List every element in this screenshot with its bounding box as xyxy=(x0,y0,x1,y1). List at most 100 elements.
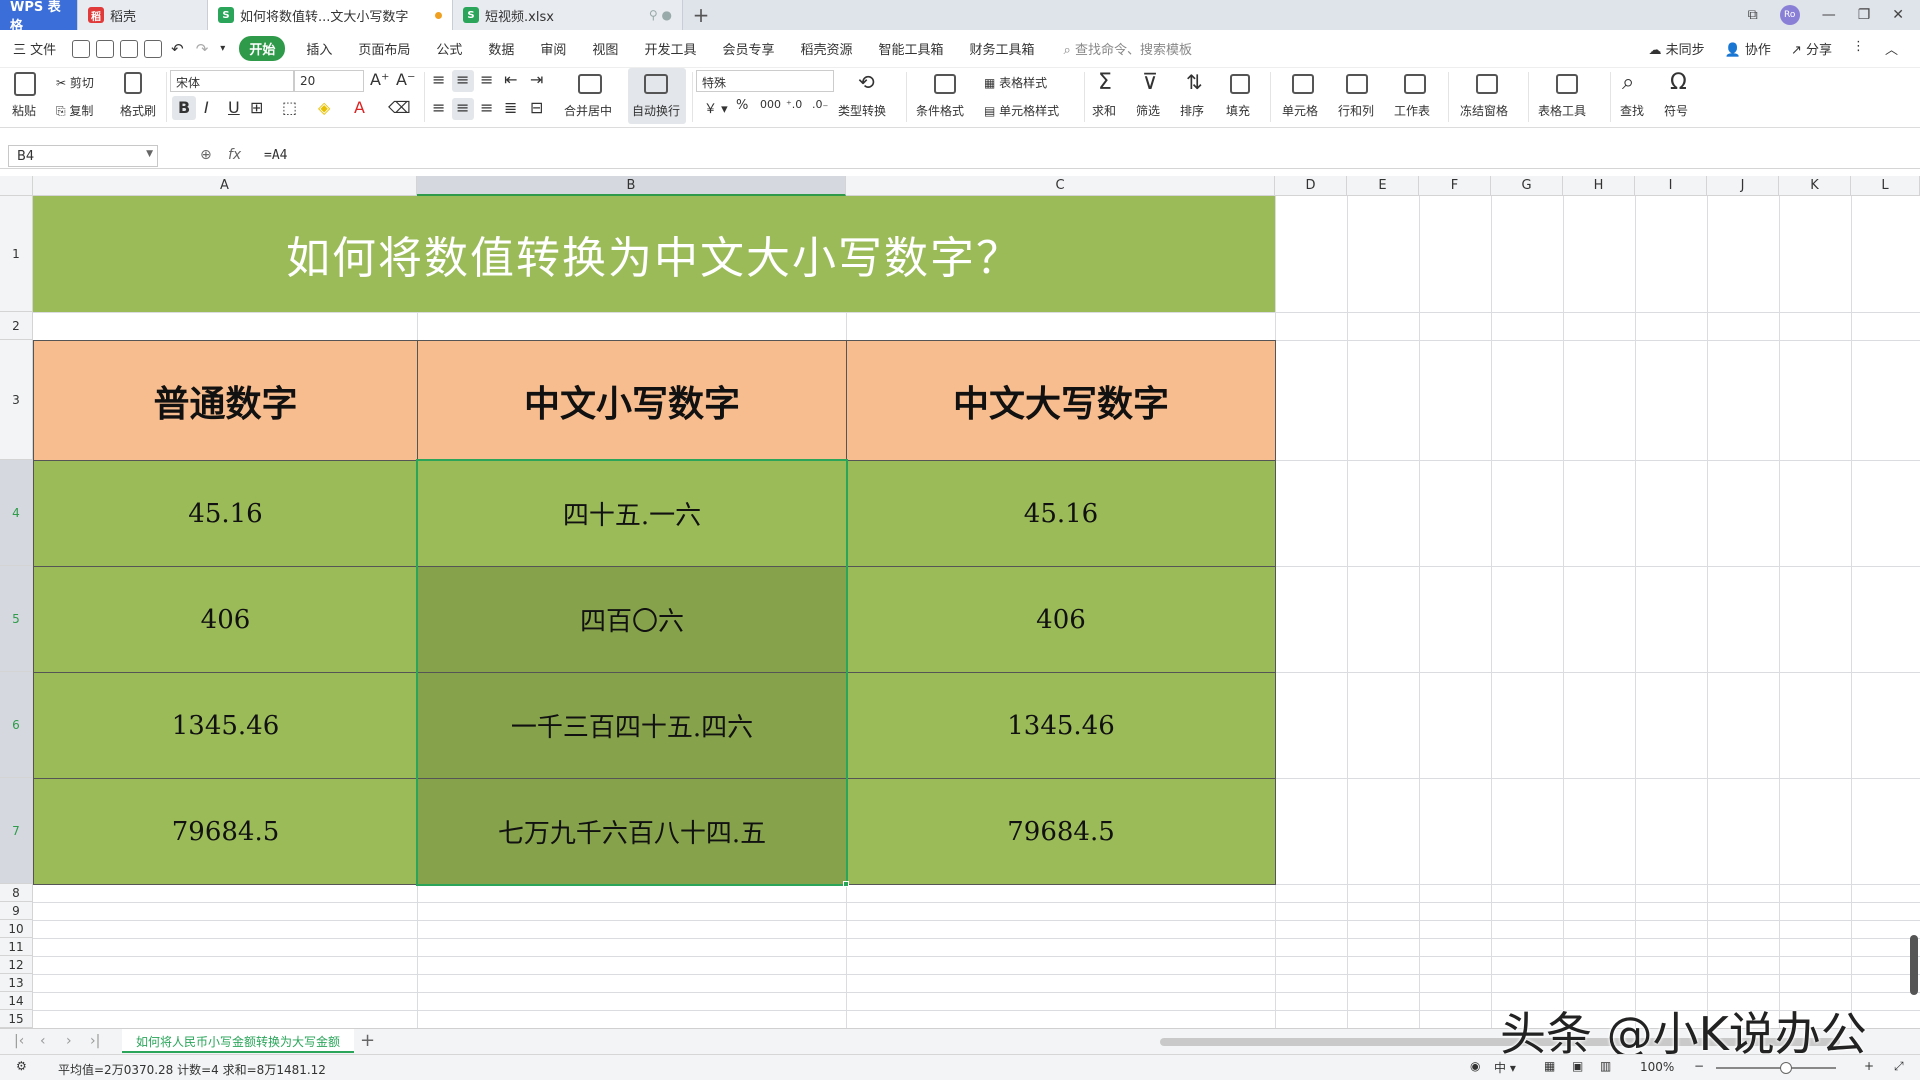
fill-color-icon[interactable]: ◈ xyxy=(318,98,330,117)
fullscreen-icon[interactable]: ⤢ xyxy=(1894,1059,1904,1074)
new-tab-button[interactable]: + xyxy=(683,0,719,30)
column-header-l[interactable]: L xyxy=(1851,176,1920,196)
fx-icon[interactable]: fx xyxy=(228,147,241,163)
table-cell[interactable]: 406 xyxy=(846,566,1276,673)
cell-button[interactable]: 单元格 xyxy=(1282,102,1318,119)
filter-icon[interactable]: ⊽ xyxy=(1142,70,1158,95)
sum-button[interactable]: 求和 xyxy=(1092,102,1116,119)
sheet-tab-active[interactable]: 如何将人民币小写金额转换为大写金额 xyxy=(122,1029,355,1053)
header-cell-normal-number[interactable]: 普通数字 xyxy=(33,340,418,461)
paste-button[interactable]: 粘贴 xyxy=(12,102,36,119)
tab-smart-tools[interactable]: 智能工具箱 xyxy=(865,39,956,58)
symbol-button[interactable]: 符号 xyxy=(1664,102,1688,119)
row-header-3[interactable]: 3 xyxy=(0,340,33,460)
align-center-icon[interactable]: ≡ xyxy=(456,98,469,117)
increase-indent-icon[interactable]: ⇥ xyxy=(530,70,543,89)
symbol-icon[interactable]: Ω xyxy=(1670,70,1687,95)
align-left-icon[interactable]: ≡ xyxy=(432,98,445,117)
sheet-title-cell[interactable]: 如何将数值转换为中文大小写数字？ xyxy=(33,196,1275,312)
freeze-icon[interactable] xyxy=(1476,74,1498,94)
align-bottom-icon[interactable]: ≡ xyxy=(480,70,493,89)
cell-style-icon[interactable]: ⬚ xyxy=(282,98,297,117)
align-middle-icon[interactable]: ≡ xyxy=(456,70,469,89)
tab-developer[interactable]: 开发工具 xyxy=(631,39,709,58)
tab-daoke-resources[interactable]: 稻壳资源 xyxy=(787,39,865,58)
row-header-8[interactable]: 8 xyxy=(0,884,33,902)
table-cell[interactable]: 七万九千六百八十四.五 xyxy=(417,778,847,885)
add-sheet-button[interactable]: + xyxy=(360,1030,375,1051)
format-painter-button[interactable]: 格式刷 xyxy=(120,102,156,119)
formula-input[interactable]: =A4 xyxy=(264,148,287,163)
name-box[interactable]: B4 ▼ xyxy=(8,145,158,167)
minimize-button[interactable]: — xyxy=(1822,7,1836,23)
conditional-format-icon[interactable] xyxy=(934,74,956,94)
find-icon[interactable]: ⌕ xyxy=(1622,70,1634,95)
format-painter-icon[interactable] xyxy=(124,72,142,94)
page-layout-view-icon[interactable]: ▣ xyxy=(1572,1059,1583,1073)
fill-handle[interactable] xyxy=(843,881,849,887)
zoom-slider-handle[interactable] xyxy=(1780,1062,1792,1074)
conditional-format-button[interactable]: 条件格式 xyxy=(916,102,964,119)
column-header-b[interactable]: B xyxy=(417,176,846,196)
first-sheet-icon[interactable]: |‹ xyxy=(14,1033,24,1049)
last-sheet-icon[interactable]: ›| xyxy=(90,1033,100,1049)
table-cell[interactable]: 79684.5 xyxy=(846,778,1276,885)
decrease-indent-icon[interactable]: ⇤ xyxy=(504,70,517,89)
fill-icon[interactable] xyxy=(1230,74,1250,94)
number-format-select[interactable]: 特殊 xyxy=(696,70,834,92)
row-header-11[interactable]: 11 xyxy=(0,938,33,956)
row-header-12[interactable]: 12 xyxy=(0,956,33,974)
tab-home[interactable]: 开始 xyxy=(239,36,286,61)
decrease-decimal-icon[interactable]: .0₋ xyxy=(812,98,828,111)
underline-button[interactable]: U xyxy=(228,98,240,117)
copy-button[interactable]: ⎘ 复制 xyxy=(56,102,93,119)
command-search[interactable]: ⌕ 查找命令、搜索模板 xyxy=(1064,39,1192,58)
undo-icon[interactable]: ↶ xyxy=(171,40,184,58)
align-top-icon[interactable]: ≡ xyxy=(432,70,445,89)
eye-protection-icon[interactable]: ◉ xyxy=(1470,1059,1480,1073)
merge-center-button[interactable]: 合并居中 xyxy=(564,102,612,119)
table-tools-icon[interactable] xyxy=(1556,74,1578,94)
font-size-select[interactable]: 20 xyxy=(294,70,364,92)
avatar[interactable]: Ro xyxy=(1779,5,1800,25)
column-header-k[interactable]: K xyxy=(1779,176,1851,196)
input-method-icon[interactable]: 中 ▾ xyxy=(1494,1059,1516,1076)
prev-sheet-icon[interactable]: ‹ xyxy=(40,1033,46,1049)
cell-style-button[interactable]: ▤ 单元格样式 xyxy=(984,102,1059,119)
sort-icon[interactable]: ⇅ xyxy=(1186,70,1203,94)
zoom-formula-icon[interactable]: ⊕ xyxy=(200,147,212,163)
clear-format-icon[interactable]: ⌫ xyxy=(388,98,411,117)
cell-icon[interactable] xyxy=(1292,74,1314,94)
share-button[interactable]: ↗ 分享 xyxy=(1791,39,1832,58)
restore-button[interactable]: ❐ xyxy=(1858,7,1871,23)
worksheet-icon[interactable] xyxy=(1404,74,1426,94)
tab-data[interactable]: 数据 xyxy=(475,39,527,58)
zoom-slider[interactable] xyxy=(1716,1067,1836,1069)
decrease-font-icon[interactable]: A⁻ xyxy=(396,70,415,89)
row-header-9[interactable]: 9 xyxy=(0,902,33,920)
zoom-out-icon[interactable]: − xyxy=(1694,1059,1704,1073)
zoom-level[interactable]: 100% xyxy=(1640,1060,1674,1074)
app-tab[interactable]: WPS 表格 xyxy=(0,0,78,34)
sync-button[interactable]: ☁ 未同步 xyxy=(1648,39,1704,58)
close-button[interactable]: ✕ xyxy=(1892,7,1904,23)
pin-icon[interactable]: ⚲ ● xyxy=(649,8,672,22)
next-sheet-icon[interactable]: › xyxy=(66,1033,72,1049)
cut-button[interactable]: ✂ 剪切 xyxy=(56,74,94,91)
row-header-15[interactable]: 15 xyxy=(0,1010,33,1028)
macro-icon[interactable]: ⚙ xyxy=(16,1059,27,1073)
tab-finance-tools[interactable]: 财务工具箱 xyxy=(957,39,1048,58)
print-icon[interactable] xyxy=(120,39,139,58)
column-header-c[interactable]: C xyxy=(846,176,1275,196)
row-header-6[interactable]: 6 xyxy=(0,672,33,778)
border-icon[interactable]: ⊞ xyxy=(250,98,263,117)
column-header-j[interactable]: J xyxy=(1707,176,1779,196)
normal-view-icon[interactable]: ▦ xyxy=(1544,1059,1555,1073)
distribute-icon[interactable]: ⊟ xyxy=(530,98,543,117)
tab-active-document[interactable]: S 如何将数值转...文大小写数字 xyxy=(208,0,453,30)
italic-button[interactable]: I xyxy=(204,98,209,117)
table-tools-button[interactable]: 表格工具 xyxy=(1538,102,1586,119)
find-button[interactable]: 查找 xyxy=(1620,102,1644,119)
collaborate-button[interactable]: 👤 协作 xyxy=(1725,39,1771,58)
wrap-text-button[interactable]: 自动换行 xyxy=(632,102,680,119)
